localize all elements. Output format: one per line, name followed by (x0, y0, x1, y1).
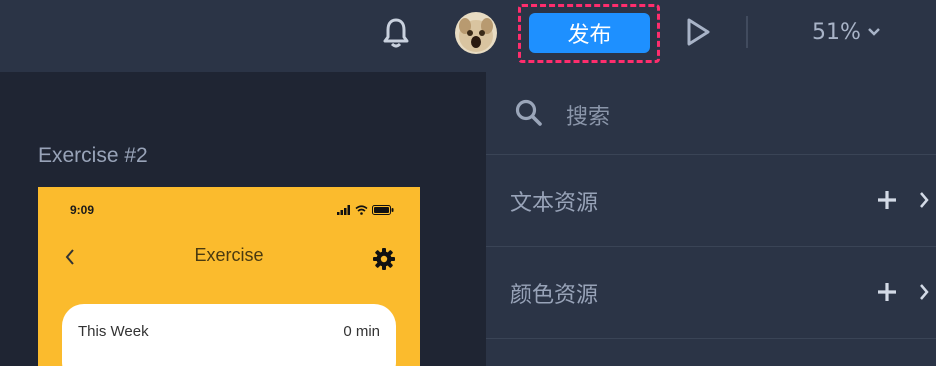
search-input[interactable]: 搜索 (566, 99, 610, 131)
search-bar[interactable]: 搜索 (486, 72, 936, 155)
toolbar-divider (746, 16, 748, 48)
search-icon (514, 98, 544, 132)
design-canvas[interactable]: Exercise #2 9:09 Exercise This Week 0 mi… (0, 72, 486, 366)
text-resources-row[interactable]: 文本资源 (486, 155, 936, 247)
card-label: This Week (78, 323, 149, 340)
battery-icon (372, 205, 394, 215)
expand-chevron-right-icon[interactable] (918, 282, 930, 306)
status-time: 9:09 (70, 203, 95, 217)
color-resources-row[interactable]: 颜色资源 (486, 247, 936, 339)
add-text-resource-plus-icon[interactable] (876, 189, 898, 215)
publish-button[interactable]: 发布 (529, 13, 650, 53)
text-resources-label: 文本资源 (510, 191, 599, 216)
chevron-down-icon (868, 28, 880, 36)
status-icons (337, 205, 394, 215)
this-week-card[interactable]: This Week 0 min (62, 304, 396, 366)
add-color-resource-plus-icon[interactable] (876, 281, 898, 307)
zoom-dropdown[interactable]: 51% (812, 14, 881, 50)
preview-play-icon[interactable] (683, 16, 713, 48)
card-value: 0 min (343, 323, 380, 340)
phone-screen-title: Exercise (194, 245, 264, 265)
settings-gear-icon[interactable] (372, 247, 396, 275)
publish-highlight: 发布 (518, 4, 660, 63)
notification-bell-icon[interactable] (380, 14, 412, 50)
color-resources-label: 颜色资源 (510, 283, 599, 308)
user-avatar[interactable] (455, 12, 497, 54)
signal-icon (337, 205, 350, 215)
expand-chevron-right-icon[interactable] (918, 190, 930, 214)
wifi-icon (355, 205, 368, 215)
top-toolbar: 发布 51% (0, 0, 936, 72)
resource-panel: 搜索 文本资源 颜色资源 (486, 72, 936, 366)
zoom-value: 51% (812, 19, 861, 45)
phone-frame[interactable]: 9:09 Exercise This Week 0 min (38, 187, 420, 366)
frame-title[interactable]: Exercise #2 (38, 144, 148, 168)
